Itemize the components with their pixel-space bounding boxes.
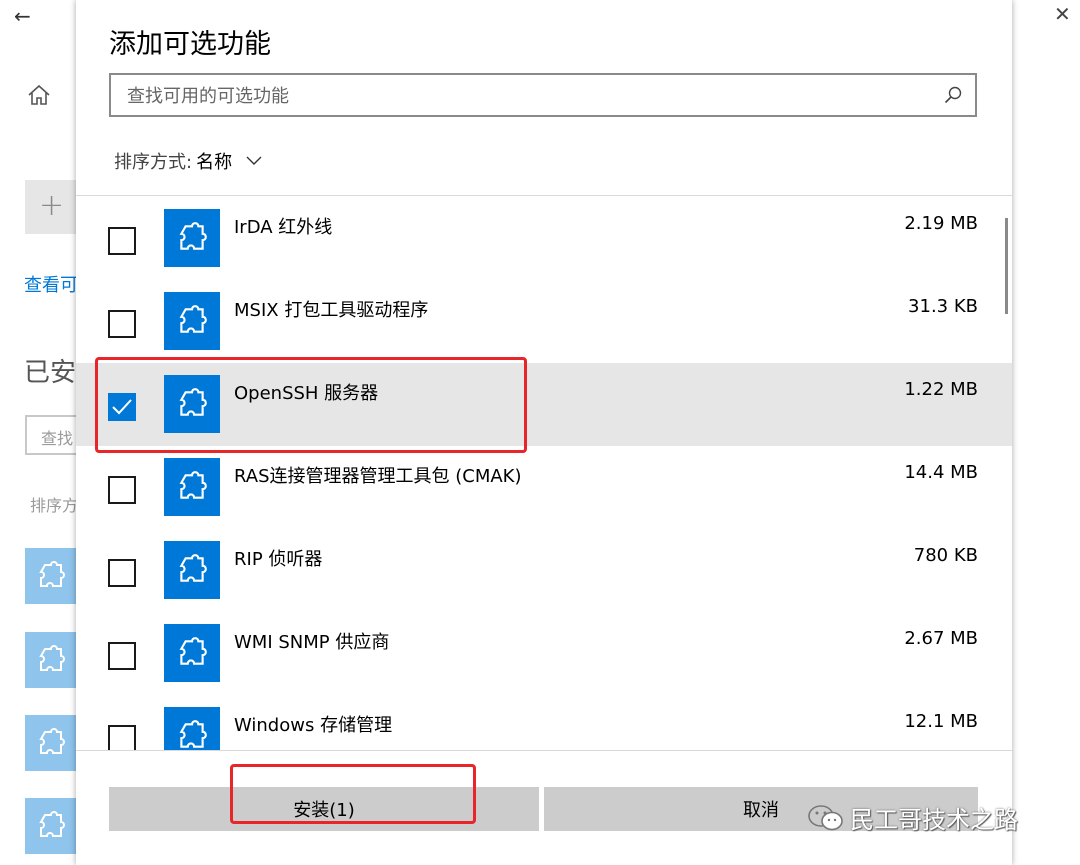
feature-row[interactable]: IrDA 红外线 2.19 MB: [76, 197, 1012, 280]
chevron-down-icon: [246, 156, 262, 165]
puzzle-icon: [164, 707, 220, 750]
puzzle-icon: [164, 458, 220, 516]
feature-name: Windows 存储管理: [234, 715, 393, 736]
feature-checkbox[interactable]: [108, 476, 136, 504]
plus-icon: +: [39, 188, 65, 223]
installed-features-heading: 已安: [24, 358, 76, 388]
divider: [76, 195, 1012, 196]
feature-row[interactable]: RAS连接管理器管理工具包 (CMAK) 14.4 MB: [76, 446, 1012, 529]
feature-search-input[interactable]: [125, 83, 929, 109]
feature-row[interactable]: RIP 侦听器 780 KB: [76, 529, 1012, 612]
close-button[interactable]: ✕: [1054, 2, 1071, 26]
back-arrow-icon[interactable]: ←: [14, 4, 31, 28]
watermark-text: 民工哥技术之路: [850, 806, 1018, 834]
feature-size: 14.4 MB: [904, 462, 978, 483]
watermark: 民工哥技术之路: [806, 800, 1018, 835]
selection-highlight-annotation: [95, 357, 527, 453]
feature-search-box[interactable]: [109, 73, 977, 117]
installed-feature-icon: [25, 715, 77, 771]
divider: [76, 750, 1012, 751]
feature-size: 2.19 MB: [904, 213, 978, 234]
installed-feature-icon: [25, 548, 77, 604]
feature-name: MSIX 打包工具驱动程序: [234, 300, 429, 321]
feature-name: RAS连接管理器管理工具包 (CMAK): [234, 466, 522, 487]
sort-value: 名称: [196, 152, 233, 173]
search-icon[interactable]: [943, 85, 963, 105]
feature-row[interactable]: MSIX 打包工具驱动程序 31.3 KB: [76, 280, 1012, 363]
installed-feature-icon: [25, 798, 77, 854]
feature-checkbox[interactable]: [108, 559, 136, 587]
puzzle-icon: [164, 292, 220, 350]
feature-row[interactable]: Windows 存储管理 12.1 MB: [76, 695, 1012, 750]
wechat-icon: [808, 804, 843, 830]
sort-dropdown[interactable]: 排序方式: 名称: [114, 148, 262, 174]
feature-checkbox[interactable]: [108, 227, 136, 255]
feature-list: IrDA 红外线 2.19 MB MSIX 打包工具驱动程序 31.3 KB O…: [76, 197, 1012, 750]
feature-checkbox[interactable]: [108, 642, 136, 670]
dialog-title: 添加可选功能: [109, 29, 271, 60]
installed-feature-icon: [25, 632, 77, 688]
feature-size: 2.67 MB: [904, 628, 978, 649]
feature-size: 1.22 MB: [904, 379, 978, 400]
feature-size: 31.3 KB: [908, 296, 978, 317]
puzzle-icon: [164, 624, 220, 682]
install-button-annotation: [230, 764, 476, 824]
feature-name: RIP 侦听器: [234, 549, 323, 570]
feature-name: IrDA 红外线: [234, 217, 333, 238]
feature-size: 780 KB: [913, 545, 978, 566]
view-history-link[interactable]: 查看可: [24, 271, 76, 297]
sort-label: 排序方式:: [114, 152, 193, 173]
home-icon[interactable]: [26, 82, 52, 108]
puzzle-icon: [164, 541, 220, 599]
feature-name: WMI SNMP 供应商: [234, 632, 390, 653]
feature-row[interactable]: WMI SNMP 供应商 2.67 MB: [76, 612, 1012, 695]
add-feature-tile[interactable]: +: [25, 180, 77, 234]
installed-sort-label[interactable]: 排序方: [30, 492, 78, 516]
feature-checkbox[interactable]: [108, 310, 136, 338]
feature-size: 12.1 MB: [904, 711, 978, 732]
puzzle-icon: [164, 209, 220, 267]
feature-checkbox[interactable]: [108, 725, 136, 750]
list-scrollbar[interactable]: [1005, 218, 1008, 314]
